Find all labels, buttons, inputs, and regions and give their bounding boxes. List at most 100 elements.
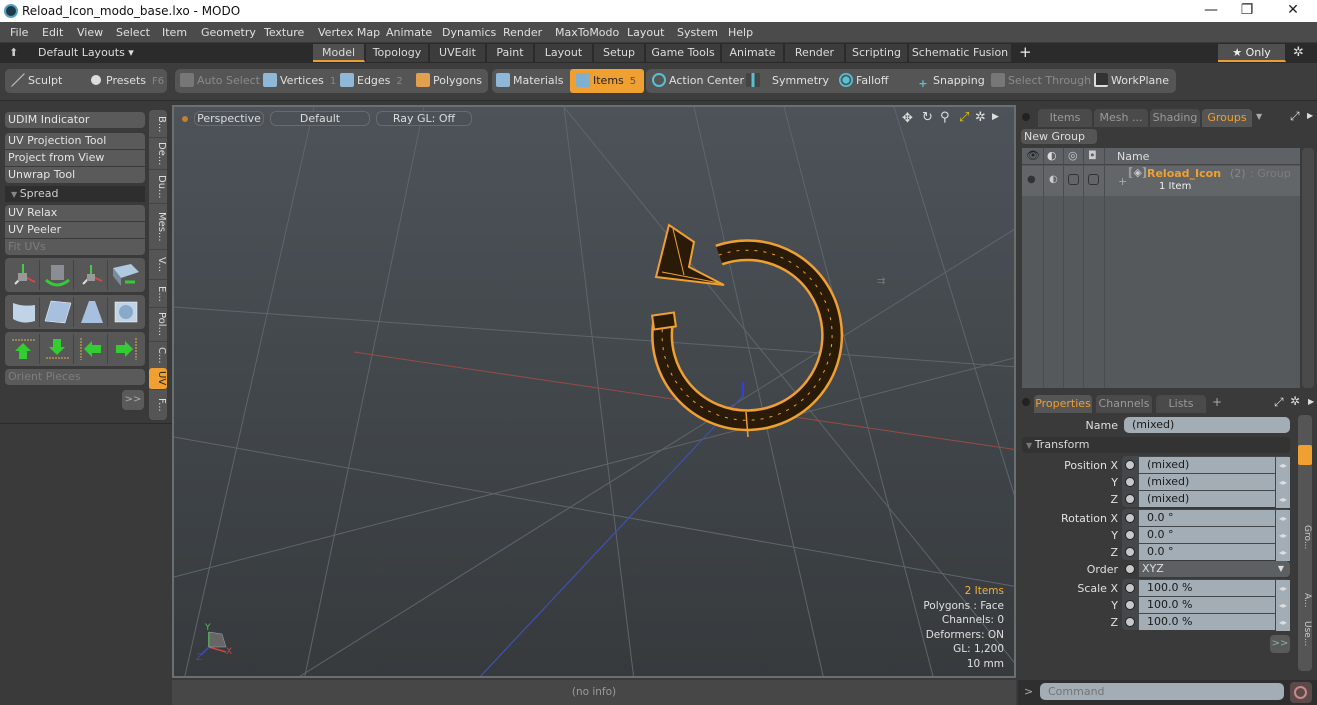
vtab-e[interactable]: E...	[149, 280, 167, 308]
rotation-x-keyframe[interactable]	[1125, 513, 1135, 523]
panel-options-dot[interactable]	[1022, 113, 1030, 121]
viewport-gear-icon[interactable]: ✲	[975, 110, 986, 125]
vertices-button[interactable]: Vertices 1	[263, 69, 336, 93]
select-through-button[interactable]: Select Through	[991, 69, 1091, 93]
menu-animate[interactable]: Animate	[386, 26, 432, 39]
vtab-du[interactable]: Du...	[149, 170, 167, 204]
orient-pieces-button[interactable]: Orient Pieces	[5, 369, 145, 385]
items-button[interactable]: Items 5	[570, 69, 644, 93]
maximize-viewport-icon[interactable]: ⤢	[959, 110, 969, 125]
uv-planar-icon[interactable]	[41, 297, 74, 327]
udim-indicator-button[interactable]: UDIM Indicator	[5, 112, 145, 128]
zoom-icon[interactable]: ⚲	[940, 110, 950, 125]
menu-render[interactable]: Render	[503, 26, 542, 39]
rotation-z-keyframe[interactable]	[1125, 547, 1135, 557]
view-type-dropdown[interactable]: Perspective	[194, 111, 264, 126]
presets-button[interactable]: Presets F6	[89, 69, 164, 93]
name-field[interactable]: (mixed)	[1124, 417, 1290, 433]
align-bottom-icon[interactable]	[41, 334, 74, 364]
fit-uvs-button[interactable]: Fit UVs	[5, 239, 145, 255]
position-z-keyframe[interactable]	[1125, 494, 1135, 504]
sculpt-button[interactable]: Sculpt	[11, 69, 62, 93]
vtab-c[interactable]: C...	[149, 342, 167, 370]
menu-view[interactable]: View	[77, 26, 103, 39]
vtab-v[interactable]: V...	[149, 250, 167, 280]
falloff-button[interactable]: Falloff	[839, 69, 888, 93]
rotation-y-keyframe[interactable]	[1125, 530, 1135, 540]
scale-z-field[interactable]: 100.0 %	[1139, 614, 1275, 630]
uv-projection-tool-button[interactable]: UV Projection Tool	[5, 133, 145, 149]
tab-scripting[interactable]: Scripting	[846, 44, 908, 62]
tab-model[interactable]: Model	[313, 44, 365, 62]
add-tab-button[interactable]: +	[1019, 43, 1032, 61]
scale-y-field[interactable]: 100.0 %	[1139, 597, 1275, 613]
materials-button[interactable]: Materials	[496, 69, 563, 93]
render-toggle-icon[interactable]: ◐	[1049, 174, 1058, 185]
scale-y-keyframe[interactable]	[1125, 600, 1135, 610]
menu-vertex-map[interactable]: Vertex Map	[318, 26, 380, 39]
tabs-dropdown-icon[interactable]: ▼	[1256, 112, 1262, 121]
menu-system[interactable]: System	[677, 26, 718, 39]
edges-button[interactable]: Edges 2	[340, 69, 403, 93]
new-group-button[interactable]: New Group	[1021, 129, 1097, 144]
tab-topology[interactable]: Topology	[366, 44, 429, 62]
menu-help[interactable]: Help	[728, 26, 753, 39]
tab-schematic-fusion[interactable]: Schematic Fusion	[909, 44, 1012, 62]
menu-layout[interactable]: Layout	[627, 26, 664, 39]
select-column-icon[interactable]: ◘	[1088, 149, 1097, 162]
uv-scale-icon[interactable]	[75, 260, 108, 290]
props-options-dot[interactable]	[1022, 398, 1030, 406]
expand-panel-icon[interactable]: ⤢	[1290, 109, 1300, 124]
expand-group-icon[interactable]: +	[1118, 175, 1127, 188]
groups-scrollbar[interactable]	[1302, 148, 1314, 388]
group-name[interactable]: Reload_Icon	[1147, 167, 1221, 180]
rotation-x-field[interactable]: 0.0 °	[1139, 510, 1275, 526]
polygons-button[interactable]: Polygons	[416, 69, 482, 93]
add-props-tab-button[interactable]: +	[1212, 395, 1222, 409]
action-center-button[interactable]: Action Center	[652, 69, 744, 93]
align-right-icon[interactable]	[109, 334, 142, 364]
more-tools-button[interactable]: >>	[122, 390, 144, 410]
pan-icon[interactable]: ✥	[902, 111, 913, 126]
workplane-button[interactable]: WorkPlane	[1094, 69, 1169, 93]
menu-file[interactable]: File	[10, 26, 28, 39]
rotation-z-field[interactable]: 0.0 °	[1139, 544, 1275, 560]
position-y-field[interactable]: (mixed)	[1139, 474, 1275, 490]
command-input[interactable]	[1040, 683, 1284, 700]
record-button[interactable]	[1290, 682, 1312, 703]
auto-select-button[interactable]: Auto Select	[180, 69, 260, 93]
uv-move-icon[interactable]	[7, 260, 40, 290]
side-tab-gro[interactable]: Gro...	[1298, 525, 1312, 549]
menu-dynamics[interactable]: Dynamics	[442, 26, 496, 39]
menu-select[interactable]: Select	[116, 26, 150, 39]
vtab-de[interactable]: De...	[149, 138, 167, 170]
vtab-uv[interactable]: UV	[149, 368, 167, 390]
tab-setup[interactable]: Setup	[594, 44, 645, 62]
uv-box-icon[interactable]	[109, 297, 142, 327]
shading-dropdown[interactable]: Default	[270, 111, 370, 126]
restore-button[interactable]: ❐	[1232, 2, 1262, 18]
tab-items[interactable]: Items	[1038, 109, 1092, 127]
rotation-y-field[interactable]: 0.0 °	[1139, 527, 1275, 543]
menu-maxtomodo[interactable]: MaxToModo	[555, 26, 619, 39]
position-x-keyframe[interactable]	[1125, 460, 1135, 470]
3d-viewport[interactable]: ⇉ Y X Z Perspective Default Ray GL: Off …	[172, 105, 1016, 678]
vtab-b[interactable]: B...	[149, 112, 167, 138]
symmetry-button[interactable]: Symmetry	[746, 69, 829, 93]
menu-texture[interactable]: Texture	[264, 26, 304, 39]
gear-icon[interactable]: ✲	[1293, 45, 1304, 60]
tab-groups[interactable]: Groups	[1202, 109, 1252, 127]
menu-geometry[interactable]: Geometry	[201, 26, 256, 39]
position-stepper-column[interactable]: ◂▸ ◂▸ ◂▸	[1276, 457, 1290, 508]
order-keyframe[interactable]	[1125, 564, 1135, 574]
side-tab-active[interactable]	[1298, 445, 1312, 465]
uv-relax-button[interactable]: UV Relax	[5, 205, 145, 221]
default-layouts-dropdown[interactable]: Default Layouts ▾	[38, 46, 134, 59]
tab-lists[interactable]: Lists	[1156, 395, 1206, 413]
viewport-menu-arrow-icon[interactable]: ▶	[992, 112, 999, 122]
close-button[interactable]: ✕	[1278, 2, 1308, 18]
align-top-icon[interactable]	[7, 334, 40, 364]
select-toggle[interactable]	[1088, 174, 1099, 185]
rotation-stepper-column[interactable]: ◂▸ ◂▸ ◂▸	[1276, 510, 1290, 561]
align-left-icon[interactable]	[75, 334, 108, 364]
